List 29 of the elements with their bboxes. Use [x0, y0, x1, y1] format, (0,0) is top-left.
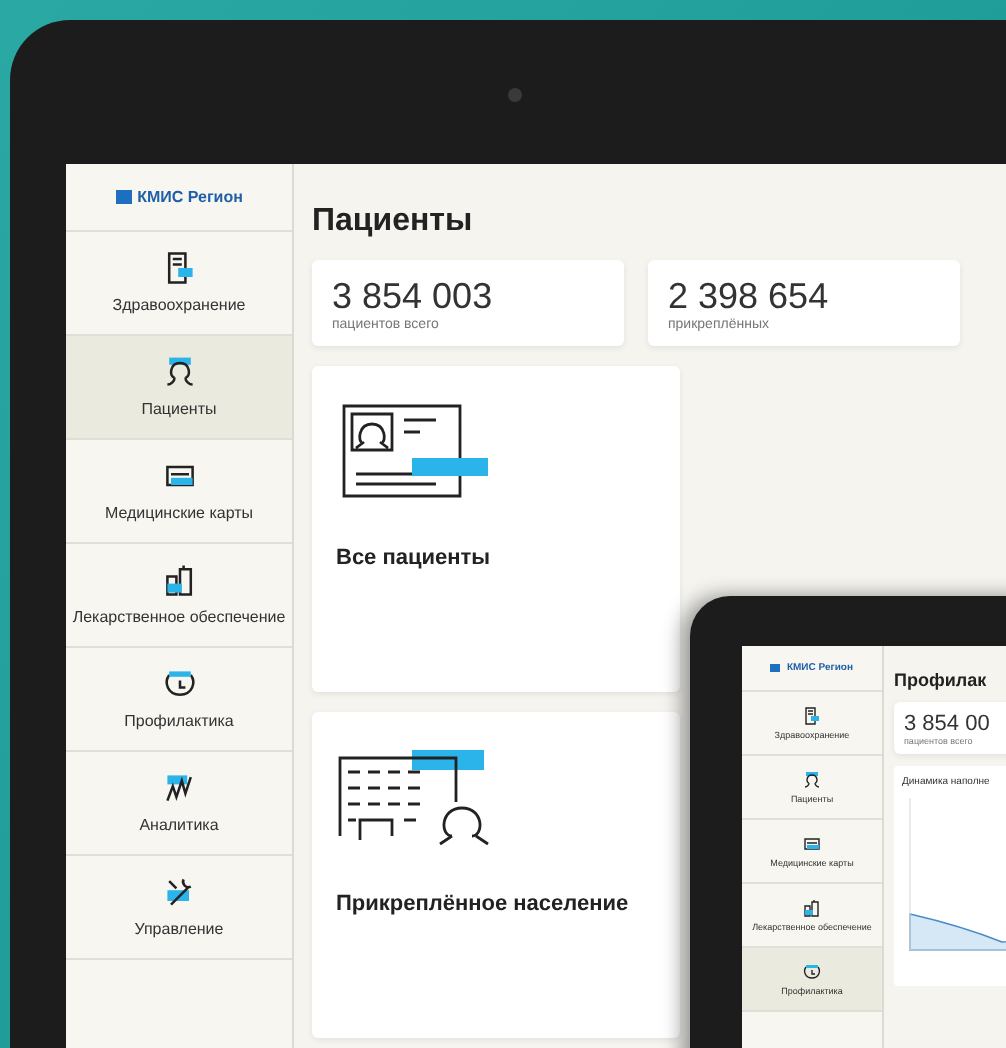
stat-value: 3 854 003 [332, 278, 495, 318]
page-title: Пациенты [312, 204, 475, 240]
section-card[interactable]: Все пациенты [312, 365, 680, 692]
chart-icon [161, 770, 197, 806]
section-label: Прикреплённое население [336, 891, 629, 916]
stat-value: 2 398 654 [668, 278, 831, 318]
sidebar-item[interactable]: Аналитика [66, 752, 292, 856]
card-icon [802, 833, 822, 854]
sidebar-item[interactable]: Лекарственное обеспечение [66, 544, 292, 648]
sidebar-item[interactable]: Профилактика [66, 648, 292, 752]
sidebar-item[interactable]: Пациенты [66, 336, 292, 440]
bottles-icon [161, 562, 197, 598]
tools-icon [161, 874, 197, 910]
bottles-icon [802, 897, 822, 918]
section-label: Все пациенты [336, 545, 491, 570]
clock-icon [161, 666, 197, 702]
camera-icon [508, 88, 522, 102]
logo-icon [770, 664, 781, 672]
section-card[interactable]: Прикреплённое население [312, 711, 680, 1038]
stat-value: 3 854 00 [904, 712, 992, 737]
sidebar-item[interactable]: Управление [66, 856, 292, 960]
logo-icon [115, 190, 132, 204]
person-icon [161, 354, 197, 390]
page-title: Профилак [894, 670, 989, 690]
document-icon [802, 705, 822, 726]
sidebar-item[interactable]: Медицинские карты [66, 440, 292, 544]
clock-icon [802, 961, 822, 982]
logo-text: КМИС Регион [137, 188, 243, 206]
person-icon [802, 769, 822, 790]
